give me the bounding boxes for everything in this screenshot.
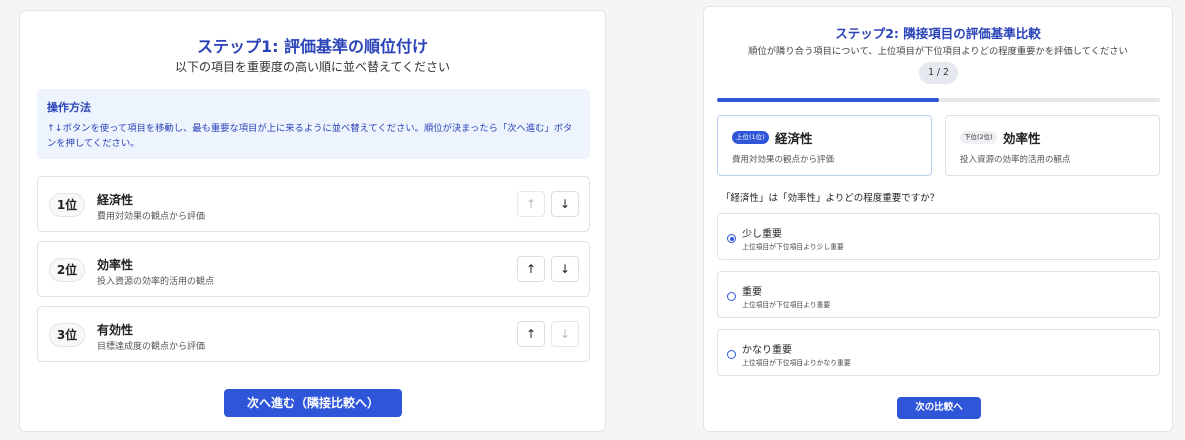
option-description: 上位項目が下位項目よりかなり重要 (742, 359, 851, 367)
radio-button[interactable] (727, 292, 736, 301)
rank-item-description: 投入資源の効率的活用の観点 (97, 277, 215, 287)
instructions-text: ↑↓ボタンを使って項目を移動し、最も重要な項目が上に来るように並べ替えてください… (47, 123, 573, 149)
next-step-button[interactable]: 次へ進む（隣接比較へ） (224, 389, 402, 417)
arrow-up-icon: ↑ (525, 327, 537, 341)
upper-item-description: 費用対効果の観点から評価 (732, 155, 835, 165)
rank-item: 2位 効率性 投入資源の効率的活用の観点 ↑ ↓ (37, 241, 590, 297)
comparison-question: 「経済性」は「効率性」よりどの程度重要ですか？ (721, 193, 940, 204)
arrow-down-icon: ↓ (559, 262, 571, 276)
lower-rank-tag: 下位(2位) (960, 131, 997, 144)
radio-button[interactable] (727, 234, 736, 243)
comparison-counter: 1 / 2 (919, 62, 958, 84)
move-up-button[interactable]: ↑ (517, 321, 545, 347)
importance-option[interactable]: 重要 上位項目が下位項目より重要 (717, 271, 1160, 318)
step2-subtitle: 順位が隣り合う項目について、上位項目が下位項目よりどの程度重要かを評価してくださ… (748, 46, 1128, 57)
rank-item-description: 費用対効果の観点から評価 (97, 212, 206, 222)
progress-bar (717, 98, 1160, 102)
rank-item-name: 経済性 (97, 193, 134, 207)
step2-title: ステップ2: 隣接項目の評価基準比較 (835, 26, 1041, 41)
lower-item-card: 下位(2位) 効率性 投入資源の効率的活用の観点 (945, 115, 1160, 176)
option-label: 少し重要 (742, 229, 782, 240)
upper-rank-tag: 上位(1位) (732, 131, 769, 144)
arrow-up-icon: ↑ (525, 197, 537, 211)
move-up-button[interactable]: ↑ (517, 191, 545, 217)
progress-fill (717, 98, 939, 102)
radio-button[interactable] (727, 350, 736, 359)
rank-item-description: 目標達成度の観点から評価 (97, 342, 206, 352)
next-comparison-button[interactable]: 次の比較へ (897, 397, 981, 419)
lower-item-description: 投入資源の効率的活用の観点 (960, 155, 1071, 165)
importance-option[interactable]: かなり重要 上位項目が下位項目よりかなり重要 (717, 329, 1160, 376)
option-description: 上位項目が下位項目より少し重要 (742, 243, 844, 251)
arrow-down-icon: ↓ (559, 327, 571, 341)
comparison-panel: ステップ2: 隣接項目の評価基準比較 順位が隣り合う項目について、上位項目が下位… (703, 6, 1173, 432)
importance-option[interactable]: 少し重要 上位項目が下位項目より少し重要 (717, 213, 1160, 260)
option-label: 重要 (742, 287, 762, 298)
rank-item-name: 有効性 (97, 323, 134, 337)
step1-title: ステップ1: 評価基準の順位付け (196, 37, 429, 56)
move-down-button[interactable]: ↓ (551, 191, 579, 217)
move-down-button[interactable]: ↓ (551, 321, 579, 347)
instructions-box: 操作方法 ↑↓ボタンを使って項目を移動し、最も重要な項目が上に来るように並べ替え… (37, 89, 590, 159)
upper-item-name: 経済性 (775, 131, 813, 146)
rank-item: 1位 経済性 費用対効果の観点から評価 ↑ ↓ (37, 176, 590, 232)
option-label: かなり重要 (742, 345, 792, 356)
rank-badge: 1位 (49, 193, 85, 217)
step1-subtitle: 以下の項目を重要度の高い順に並べ替えてください (174, 60, 451, 74)
move-up-button[interactable]: ↑ (517, 256, 545, 282)
arrow-down-icon: ↓ (559, 197, 571, 211)
rank-item-name: 効率性 (97, 258, 134, 272)
instructions-title: 操作方法 (47, 101, 91, 114)
ranking-panel: ステップ1: 評価基準の順位付け 以下の項目を重要度の高い順に並べ替えてください… (19, 10, 606, 432)
lower-item-name: 効率性 (1003, 131, 1041, 146)
rank-badge: 3位 (49, 323, 85, 347)
arrow-up-icon: ↑ (525, 262, 537, 276)
rank-item: 3位 有効性 目標達成度の観点から評価 ↑ ↓ (37, 306, 590, 362)
move-down-button[interactable]: ↓ (551, 256, 579, 282)
option-description: 上位項目が下位項目より重要 (742, 301, 831, 309)
rank-badge: 2位 (49, 258, 85, 282)
upper-item-card: 上位(1位) 経済性 費用対効果の観点から評価 (717, 115, 932, 176)
